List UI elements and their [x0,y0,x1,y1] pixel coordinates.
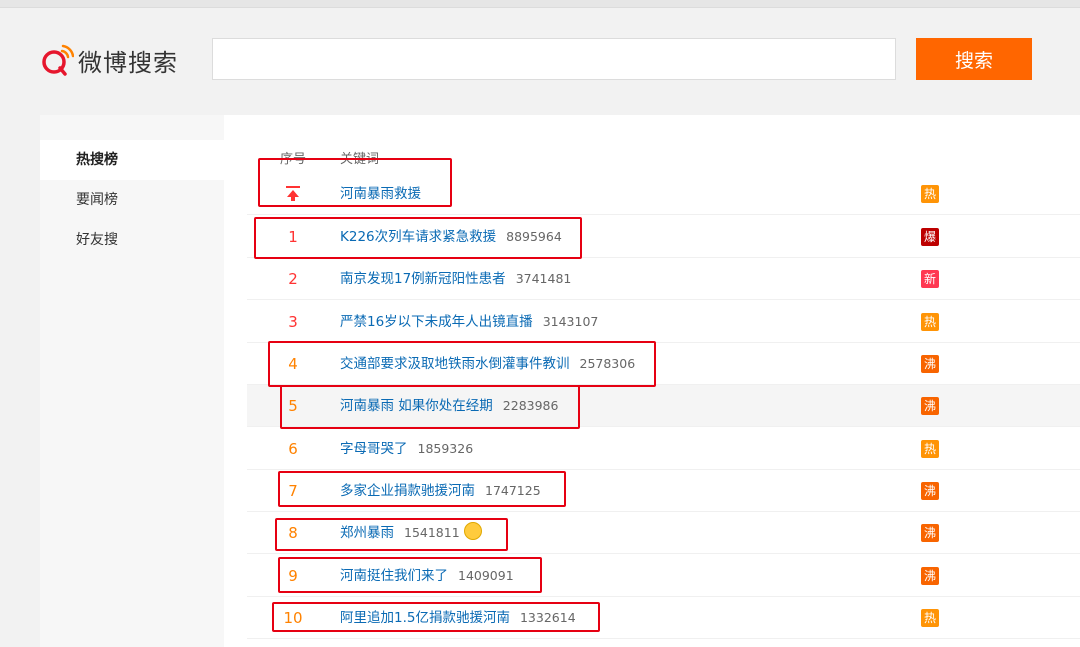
search-count: 1332614 [519,610,576,625]
rank-number: 5 [288,397,298,415]
new-badge: 新 [921,270,939,288]
search-count: 2578306 [579,356,636,371]
boil-badge: 沸 [921,567,939,585]
hot-badge: 热 [921,440,939,458]
rank-number: 7 [288,482,298,500]
sidebar: 热搜榜 要闻榜 好友搜 [40,115,224,647]
hot-search-title[interactable]: 交通部要求汲取地铁雨水倒灌事件教训 2578306 [340,343,635,385]
search-count: 1747125 [485,483,541,498]
hot-search-title[interactable]: 严禁16岁以下未成年人出镜直播 3143107 [340,301,598,343]
hot-badge: 热 [921,313,939,331]
table-row[interactable]: 7 多家企业捐款驰援河南 1747125 沸 [247,470,1080,512]
table-row[interactable]: 2 南京发现17例新冠阳性患者 3741481 新 [247,258,1080,300]
rank-number: 6 [288,440,298,458]
sidebar-item-friends[interactable]: 好友搜 [40,220,224,260]
hot-search-title[interactable]: 河南暴雨 如果你处在经期 2283986 [340,385,558,427]
table-row[interactable]: 3 严禁16岁以下未成年人出镜直播 3143107 热 [247,301,1080,343]
search-count: 1859326 [417,441,474,456]
boil-badge: 沸 [921,397,939,415]
table-row-pinned[interactable]: 河南暴雨救援 热 [247,173,1080,215]
table-row[interactable]: 8 郑州暴雨 1541811 沸 [247,512,1080,554]
search-button[interactable]: 搜索 [916,38,1032,80]
hot-search-title[interactable]: K226次列车请求紧急救援 8895964 [340,216,562,258]
boil-badge: 沸 [921,524,939,542]
hot-search-title[interactable]: 河南暴雨救援 [340,173,421,215]
rank-number: 10 [283,609,303,627]
table-row[interactable]: 10 阿里追加1.5亿捐款驰援河南 1332614 热 [247,597,1080,639]
hot-search-title[interactable]: 阿里追加1.5亿捐款驰援河南 1332614 [340,597,576,639]
crying-emoji-icon [463,522,482,540]
rank-number: 4 [288,355,298,373]
boom-badge: 爆 [921,228,939,246]
boil-badge: 沸 [921,482,939,500]
hot-badge: 热 [921,185,939,203]
rank-number: 3 [288,313,298,331]
rank-number: 1 [288,228,298,246]
search-count: 3143107 [542,314,599,329]
boil-badge: 沸 [921,355,939,373]
table-row[interactable]: 1 K226次列车请求紧急救援 8895964 爆 [247,216,1080,258]
hot-search-title[interactable]: 郑州暴雨 1541811 [340,512,482,554]
hot-search-title[interactable]: 多家企业捐款驰援河南 1747125 [340,470,541,512]
table-row[interactable]: 4 交通部要求汲取地铁雨水倒灌事件教训 2578306 沸 [247,343,1080,385]
sidebar-item-news[interactable]: 要闻榜 [40,180,224,220]
rank-number: 2 [288,270,298,288]
search-input[interactable] [212,38,896,80]
brand-name: 微博搜索 [78,48,178,77]
rank-number: 8 [288,524,298,542]
search-count: 1541811 [404,525,460,540]
table-row[interactable]: 6 字母哥哭了 1859326 热 [247,428,1080,470]
weibo-search-logo[interactable]: 微博搜索 [40,40,178,80]
hot-search-title[interactable]: 河南挺住我们来了 1409091 [340,555,514,597]
top-bar [0,0,1080,8]
search-count: 2283986 [502,398,559,413]
hot-badge: 热 [921,609,939,627]
hot-search-list: 序号 关键词 河南暴雨救援 热 1 K226次列车请求紧急救援 8895964 爆… [247,115,1080,647]
sidebar-item-hot-search[interactable]: 热搜榜 [40,140,224,180]
hot-search-panel: 热搜榜 要闻榜 好友搜 序号 关键词 河南暴雨救援 热 1 K226次列车请求紧… [40,115,1080,647]
hot-search-title[interactable]: 南京发现17例新冠阳性患者 3741481 [340,258,571,300]
search-count: 3741481 [515,271,572,286]
header-rank: 序号 [280,152,307,167]
search-count: 1409091 [458,568,514,583]
rank-number: 9 [288,567,298,585]
header-keyword: 关键词 [340,152,380,167]
search-count: 8895964 [506,229,562,244]
weibo-search-icon [40,43,75,77]
hot-search-title[interactable]: 字母哥哭了 1859326 [340,428,473,470]
table-row[interactable]: 5 河南暴雨 如果你处在经期 2283986 沸 [247,385,1080,427]
pin-top-icon [286,186,300,202]
table-row[interactable]: 9 河南挺住我们来了 1409091 沸 [247,555,1080,597]
